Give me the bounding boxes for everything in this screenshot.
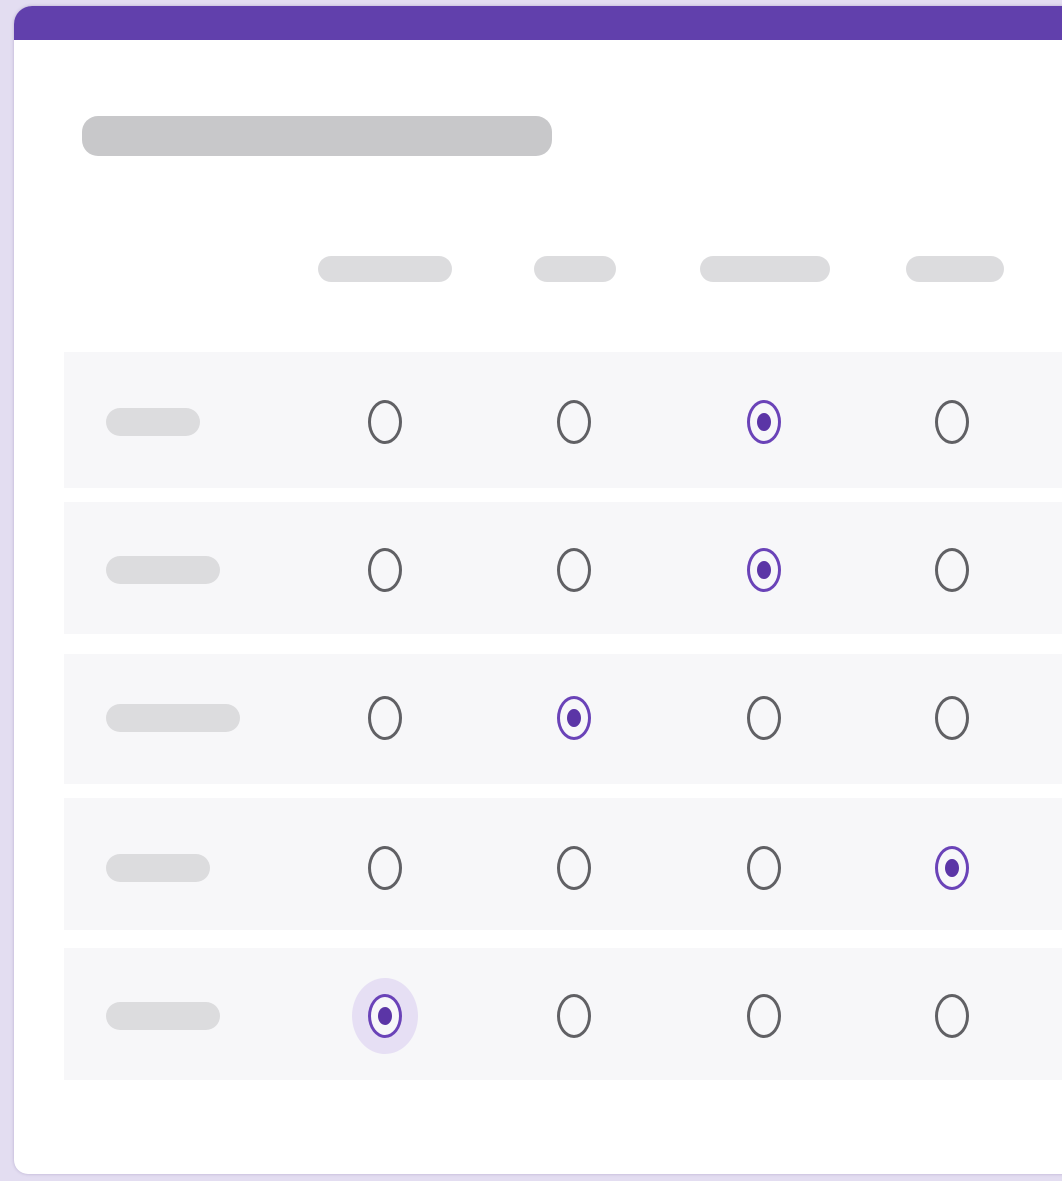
column-header-3: [700, 256, 830, 282]
radio-button[interactable]: [557, 994, 591, 1038]
choice-grid: [64, 352, 1062, 1080]
radio-button[interactable]: [935, 696, 969, 740]
radio-button[interactable]: [557, 846, 591, 890]
radio-button-selected[interactable]: [747, 548, 781, 592]
radio-button[interactable]: [557, 400, 591, 444]
card-accent-bar: [14, 6, 1062, 40]
radio-button[interactable]: [935, 400, 969, 444]
row-label: [106, 704, 240, 732]
question-card: [14, 6, 1062, 1174]
grid-row: [64, 502, 1062, 634]
radio-button[interactable]: [935, 994, 969, 1038]
grid-row: [64, 352, 1062, 488]
radio-button[interactable]: [935, 548, 969, 592]
grid-row: [64, 948, 1062, 1080]
radio-button[interactable]: [747, 994, 781, 1038]
radio-button[interactable]: [368, 846, 402, 890]
grid-row: [64, 654, 1062, 784]
radio-button[interactable]: [747, 846, 781, 890]
row-label: [106, 1002, 220, 1030]
row-label: [106, 408, 200, 436]
radio-button-selected[interactable]: [747, 400, 781, 444]
radio-button[interactable]: [368, 696, 402, 740]
column-header-4: [906, 256, 1004, 282]
column-header-1: [318, 256, 452, 282]
row-label: [106, 854, 210, 882]
row-label: [106, 556, 220, 584]
question-title: [82, 116, 552, 156]
radio-button[interactable]: [368, 400, 402, 444]
radio-button[interactable]: [368, 548, 402, 592]
radio-button[interactable]: [747, 696, 781, 740]
radio-button-selected-focused[interactable]: [368, 994, 402, 1038]
column-header-2: [534, 256, 616, 282]
grid-row: [64, 798, 1062, 930]
radio-button-selected[interactable]: [935, 846, 969, 890]
radio-button[interactable]: [557, 548, 591, 592]
radio-button-selected[interactable]: [557, 696, 591, 740]
